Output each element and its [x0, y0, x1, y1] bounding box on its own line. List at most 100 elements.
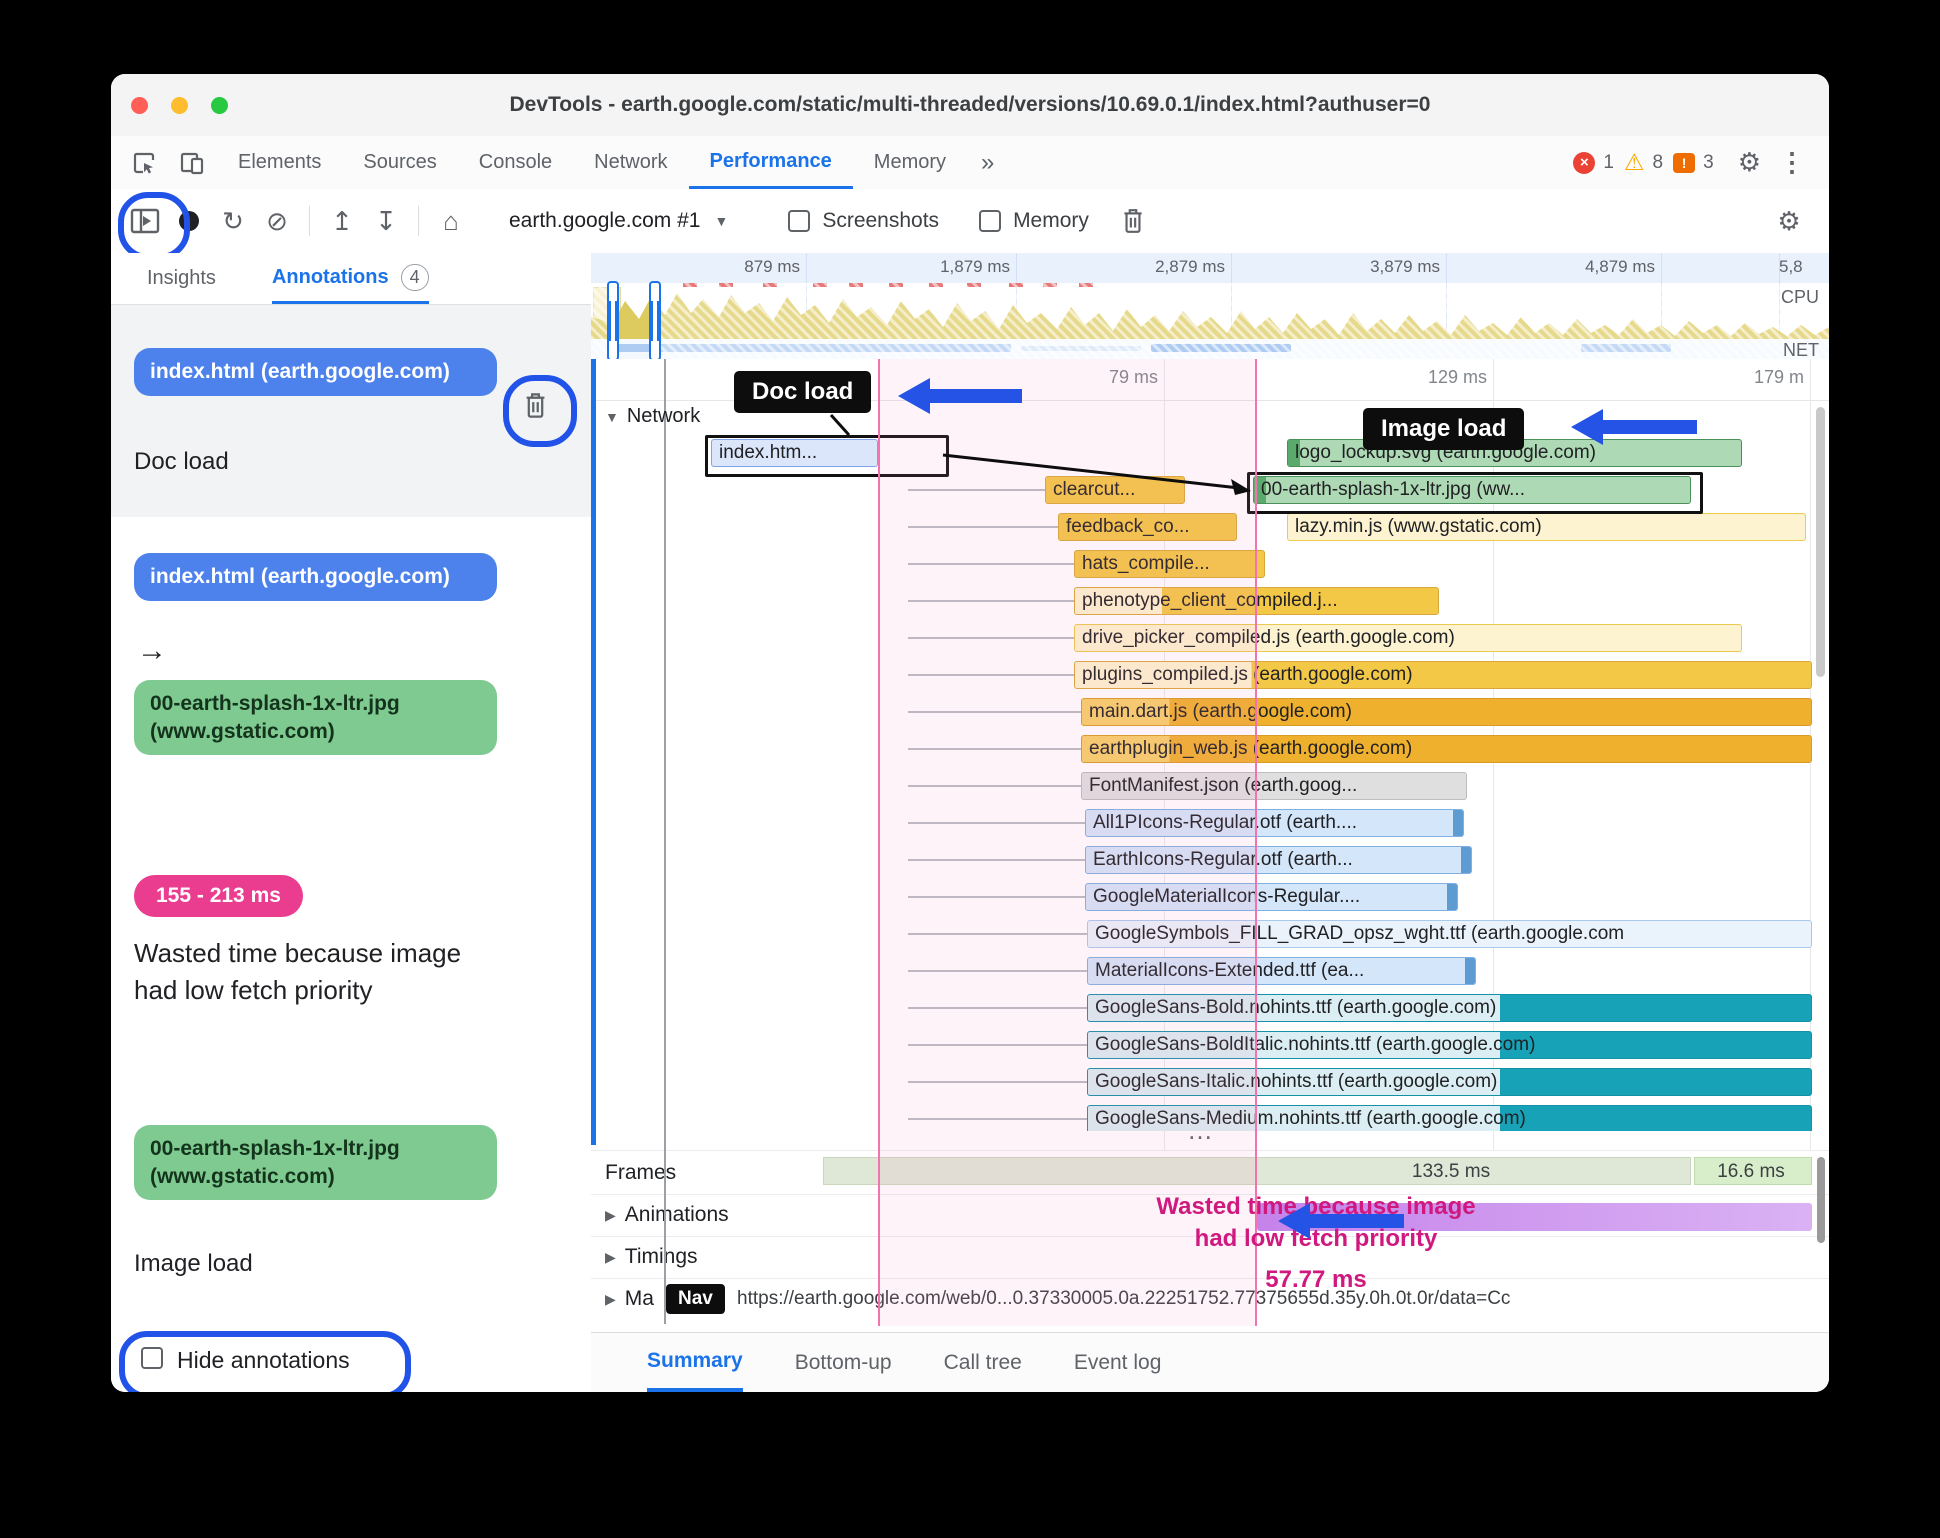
network-request-bar[interactable]: main.dart.js (earth.google.com) [1081, 698, 1812, 726]
network-request-bar[interactable]: index.htm... [711, 439, 878, 467]
settings-gear-icon[interactable]: ⚙ [1738, 147, 1761, 178]
request-timing-leader [908, 489, 1045, 491]
tab-elements[interactable]: Elements [217, 136, 342, 189]
wasted-time-duration: 57.77 ms [1265, 1265, 1367, 1293]
home-icon[interactable]: ⌂ [429, 199, 473, 243]
nav-marker-chip[interactable]: Nav [666, 1284, 725, 1314]
annotation-pill-splash-image[interactable]: 00-earth-splash-1x-ltr.jpg (www.gstatic.… [134, 1125, 497, 1201]
issues-icon[interactable]: ! [1673, 152, 1696, 173]
network-request-bar[interactable]: GoogleSymbols_FILL_GRAD_opsz_wght.ttf (e… [1087, 920, 1812, 948]
annotation-link-from-pill[interactable]: index.html (earth.google.com) [134, 553, 497, 601]
capture-settings-gear-icon[interactable]: ⚙ [1767, 199, 1811, 243]
timeline-main: 879 ms 1,879 ms 2,879 ms 3,879 ms 4,879 ms 5,… [591, 253, 1829, 1392]
kebab-menu-icon[interactable]: ⋮ [1779, 147, 1805, 178]
tab-insights[interactable]: Insights [147, 253, 216, 304]
annotation-pill-index-html[interactable]: index.html (earth.google.com) [134, 348, 497, 396]
network-request-bar[interactable]: hats_compile... [1074, 550, 1265, 578]
hide-annotations-checkbox[interactable] [141, 1347, 163, 1369]
tab-memory[interactable]: Memory [853, 136, 967, 189]
overview-tick-label: 5,8 [1779, 257, 1803, 276]
request-timing-leader [908, 674, 1074, 676]
network-request-bar[interactable]: earthplugin_web.js (earth.google.com) [1081, 735, 1812, 763]
selection-handle-right[interactable] [649, 281, 661, 361]
error-count: 1 [1603, 151, 1614, 173]
network-request-bar[interactable]: GoogleSans-Italic.nohints.ttf (earth.goo… [1087, 1068, 1812, 1096]
download-profile-icon[interactable]: ↧ [364, 199, 408, 243]
network-request-bar[interactable]: 00-earth-splash-1x-ltr.jpg (ww... [1253, 476, 1691, 504]
warning-icon[interactable]: ⚠ [1624, 151, 1645, 174]
more-rows-ellipsis[interactable]: … [1187, 1115, 1216, 1146]
network-request-bar[interactable]: feedback_co... [1058, 513, 1237, 541]
error-icon[interactable]: × [1573, 151, 1596, 174]
toolbar-separator [418, 206, 419, 236]
frame-duration-long: 133.5 ms [1411, 1161, 1491, 1182]
tracks-scrollbar-thumb[interactable] [1817, 1157, 1825, 1243]
minimize-window-button[interactable] [171, 97, 188, 114]
selection-handle-left[interactable] [607, 281, 619, 361]
upload-profile-icon[interactable]: ↥ [320, 199, 364, 243]
network-request-bar[interactable]: phenotype_client_compiled.j... [1074, 587, 1439, 615]
network-request-bar[interactable]: All1PIcons-Regular.otf (earth.... [1085, 809, 1464, 837]
tab-console[interactable]: Console [458, 136, 573, 189]
network-request-bar[interactable]: GoogleMaterialIcons-Regular.... [1085, 883, 1458, 911]
expander-icon[interactable]: ▶ [605, 1207, 616, 1224]
network-request-bar[interactable]: lazy.min.js (www.gstatic.com) [1287, 513, 1806, 541]
annotation-link-to-pill[interactable]: 00-earth-splash-1x-ltr.jpg (www.gstatic.… [134, 680, 497, 756]
network-track-title: Network [626, 405, 701, 427]
bottom-tab-event-log[interactable]: Event log [1074, 1333, 1162, 1392]
screenshots-checkbox[interactable] [788, 210, 811, 232]
frame-bar-long[interactable] [823, 1157, 1691, 1185]
tab-network[interactable]: Network [573, 136, 688, 189]
request-timing-leader [908, 526, 1058, 528]
network-track-accent [591, 359, 596, 1145]
expander-icon[interactable]: ▶ [605, 1291, 616, 1308]
request-timing-leader [908, 563, 1074, 565]
window-title: DevTools - earth.google.com/static/multi… [509, 93, 1431, 116]
ruler-tick-label: 129 ms [1427, 367, 1487, 387]
status-badges: × 1 ⚠ 8 ! 3 ⚙ ⋮ [1573, 147, 1829, 178]
tab-performance[interactable]: Performance [688, 136, 853, 189]
tab-sources[interactable]: Sources [342, 136, 457, 189]
show-sidebar-toggle-icon[interactable] [123, 199, 167, 243]
doc-load-callout: Doc load [734, 371, 872, 413]
record-button[interactable] [167, 199, 211, 243]
close-window-button[interactable] [131, 97, 148, 114]
network-request-bar[interactable]: FontManifest.json (earth.goog... [1081, 772, 1467, 800]
device-toolbar-icon[interactable] [177, 148, 207, 178]
target-selector[interactable]: earth.google.com #1 ▼ [509, 209, 728, 233]
network-request-bar[interactable]: drive_picker_compiled.js (earth.google.c… [1074, 624, 1742, 652]
inspect-element-icon[interactable] [129, 148, 159, 178]
overview-tick-label: 3,879 ms [1370, 257, 1440, 276]
more-tabs-chevron[interactable]: » [967, 149, 1008, 177]
bottom-tab-summary[interactable]: Summary [647, 1333, 743, 1392]
bottom-tab-bottom-up[interactable]: Bottom-up [795, 1333, 892, 1392]
request-timing-leader [908, 1081, 1087, 1083]
annotation-card-doc-load[interactable] [111, 305, 591, 517]
maximize-window-button[interactable] [211, 97, 228, 114]
network-request-bar[interactable]: clearcut... [1045, 476, 1185, 504]
network-request-bar[interactable]: MaterialIcons-Extended.ttf (ea... [1087, 957, 1476, 985]
annotation-label-doc-load: Doc load [134, 448, 229, 475]
memory-checkbox[interactable] [979, 210, 1002, 232]
request-timing-leader [908, 822, 1085, 824]
frames-track[interactable]: Frames 133.5 ms 16.6 ms [591, 1150, 1829, 1194]
bottom-tab-call-tree[interactable]: Call tree [944, 1333, 1022, 1392]
network-request-bar[interactable]: plugins_compiled.js (earth.google.com) [1074, 661, 1812, 689]
network-request-bar[interactable]: GoogleSans-Bold.nohints.ttf (earth.googl… [1087, 994, 1812, 1022]
collect-garbage-icon[interactable] [1111, 199, 1155, 243]
network-request-bar[interactable]: GoogleSans-BoldItalic.nohints.ttf (earth… [1087, 1031, 1812, 1059]
details-tab-bar: Summary Bottom-up Call tree Event log [591, 1332, 1829, 1392]
tab-annotations[interactable]: Annotations 4 [271, 253, 429, 304]
annotation-range-pill[interactable]: 155 - 213 ms [134, 875, 303, 917]
expander-icon[interactable]: ▶ [605, 1249, 616, 1266]
sidebar-tabs: Insights Annotations 4 [111, 253, 591, 305]
delete-annotation-icon[interactable] [522, 391, 549, 420]
clear-recording-button[interactable]: ⊘ [255, 199, 299, 243]
timeline-overview[interactable]: 879 ms 1,879 ms 2,879 ms 3,879 ms 4,879 ms 5,… [591, 253, 1829, 361]
collapse-triangle-icon[interactable]: ▼ [605, 409, 619, 425]
reload-and-record-button[interactable]: ↻ [211, 199, 255, 243]
request-timing-leader [908, 1118, 1087, 1120]
network-request-bar[interactable]: EarthIcons-Regular.otf (earth... [1085, 846, 1472, 874]
network-track-header[interactable]: ▼ Network [605, 405, 700, 428]
image-load-callout: Image load [1363, 408, 1525, 450]
